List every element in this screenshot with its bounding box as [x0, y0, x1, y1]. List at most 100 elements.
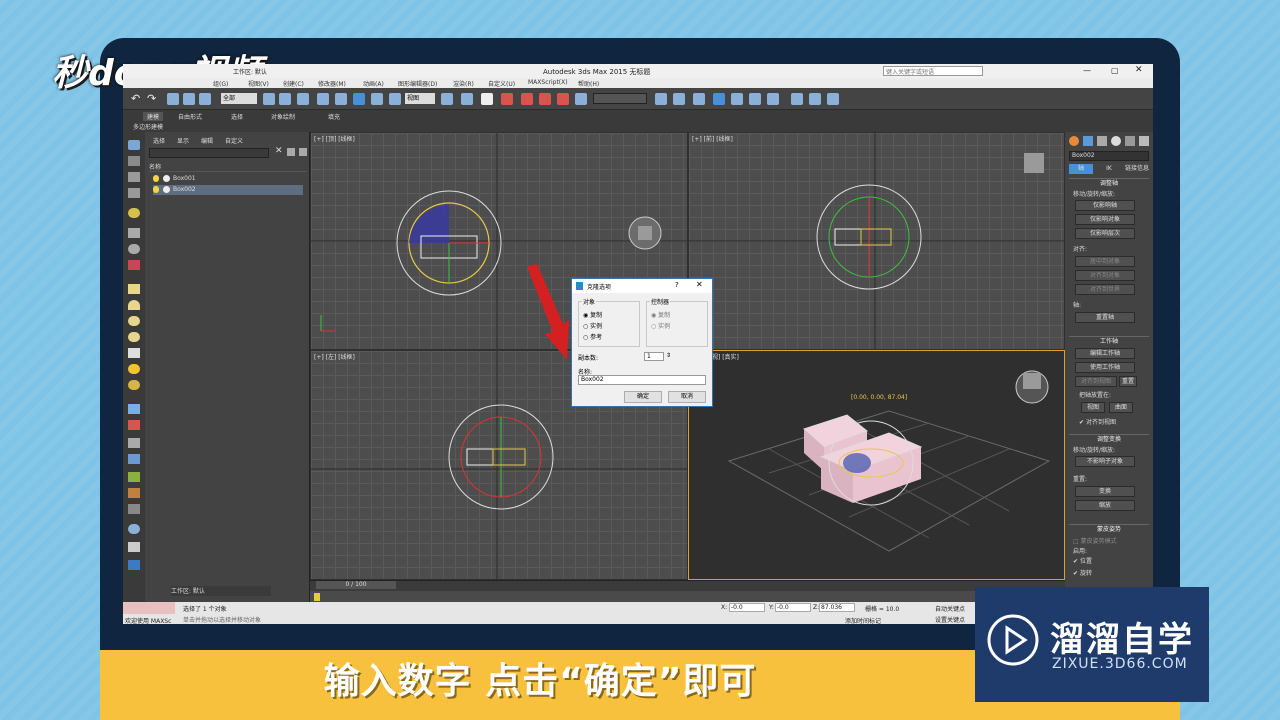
table-icon[interactable] [128, 188, 140, 198]
utility-icon[interactable] [128, 488, 140, 498]
maxscript-listener[interactable] [123, 602, 175, 614]
link-icon[interactable] [167, 93, 179, 105]
rect-select-icon[interactable] [297, 93, 309, 105]
pivot-center-icon[interactable] [441, 93, 453, 105]
search-input[interactable]: 键入关键字或短语 [883, 66, 983, 76]
affect-pivot-button[interactable]: 仅影响轴 [1075, 200, 1135, 211]
reset-button[interactable]: 重置 [1119, 376, 1137, 387]
position-checkbox[interactable]: ✔ 位置 [1073, 556, 1092, 565]
rendered-frame-icon[interactable] [809, 93, 821, 105]
menu-item[interactable]: 修改器(M) [318, 79, 346, 88]
spacewarp-icon[interactable] [128, 260, 140, 270]
view-button[interactable]: 视图 [1081, 402, 1105, 413]
tab-ik[interactable]: IK [1097, 164, 1121, 174]
transform-button[interactable]: 变换 [1075, 486, 1135, 497]
section-adjust-transform[interactable]: 调整变换 [1069, 434, 1149, 443]
hierarchy-icon[interactable] [128, 438, 140, 448]
light-icon[interactable] [128, 208, 140, 218]
geosphere-icon[interactable] [128, 380, 140, 390]
eye-icon[interactable] [128, 140, 140, 150]
list-item-selected[interactable]: Box002 [153, 185, 303, 195]
spinner-snap-icon[interactable] [557, 93, 569, 105]
radio-copy[interactable]: ◉ 复制 [583, 310, 602, 319]
layer-icon[interactable] [693, 93, 705, 105]
curve-editor-icon[interactable] [731, 93, 743, 105]
clear-icon[interactable]: ✕ [275, 146, 283, 156]
utilities-icon[interactable] [1139, 136, 1149, 146]
ribbon-tab-freeform[interactable]: 自由形式 [178, 112, 202, 121]
tree-icon[interactable] [128, 472, 140, 482]
section-adjust-pivot[interactable]: 调整轴 [1069, 178, 1149, 187]
modify-icon[interactable] [1083, 136, 1093, 146]
ribbon-tab-object-paint[interactable]: 对象绘制 [271, 112, 295, 121]
motion-icon[interactable] [128, 454, 140, 464]
section-skin-pose[interactable]: 蒙皮姿势 [1069, 524, 1149, 533]
help-icon[interactable]: ? [675, 281, 679, 289]
redo-icon[interactable]: ↷ [147, 92, 156, 105]
align-to-view-checkbox[interactable]: ✔ 对齐到视图 [1079, 417, 1116, 426]
scene-tab-select[interactable]: 选择 [153, 136, 165, 145]
tab-link-info[interactable]: 链接信息 [1123, 164, 1151, 174]
workspace-footer[interactable]: 工作区: 默认 [171, 586, 271, 596]
spinner-icon[interactable]: ⇕ [666, 352, 671, 359]
bind-icon[interactable] [199, 93, 211, 105]
cancel-button[interactable]: 取消 [668, 391, 706, 403]
scene-search-input[interactable] [149, 148, 269, 158]
align-to-object-button[interactable]: 对齐到对象 [1075, 270, 1135, 281]
radio-reference[interactable]: ○ 参考 [583, 332, 602, 341]
z-coordinate[interactable]: 87.036 [819, 603, 855, 612]
surface-button[interactable]: 曲面 [1109, 402, 1133, 413]
render-production-icon[interactable] [827, 93, 839, 105]
render-sphere-icon[interactable] [128, 524, 140, 534]
use-working-pivot-button[interactable]: 使用工作轴 [1075, 362, 1135, 373]
material-editor-icon[interactable] [767, 93, 779, 105]
options-icon[interactable] [299, 148, 307, 156]
scene-tab-edit[interactable]: 编辑 [201, 136, 213, 145]
menu-item[interactable]: 图形编辑器(D) [398, 79, 437, 88]
name-input[interactable]: Box002 [578, 375, 706, 385]
align-to-view-button[interactable]: 对齐到视图 [1075, 376, 1117, 387]
filter-icon[interactable] [287, 148, 295, 156]
named-selection-set[interactable] [593, 93, 647, 104]
list-item[interactable]: Box001 [153, 174, 303, 184]
dont-affect-children-button[interactable]: 不影响子对象 [1075, 456, 1135, 467]
skin-pose-mode-checkbox[interactable]: □ 蒙皮姿势模式 [1073, 536, 1117, 545]
close-icon[interactable]: ✕ [1135, 65, 1143, 75]
edit-working-pivot-button[interactable]: 编辑工作轴 [1075, 348, 1135, 359]
wrench-icon[interactable] [128, 420, 140, 430]
copies-input[interactable]: 1 [644, 352, 664, 361]
add-time-tag[interactable]: 添加时间标记 [845, 616, 881, 624]
viewport-perspective[interactable]: [+] [透视] [真实] [0.00, 0.00, 87.04] [688, 350, 1065, 580]
display-icon[interactable] [128, 504, 140, 514]
menu-item[interactable]: 创建(C) [283, 79, 304, 88]
viewport-front[interactable]: [+] [前] [线框] [688, 132, 1065, 350]
align-to-world-button[interactable]: 对齐到世界 [1075, 284, 1135, 295]
ribbon-tab-populate[interactable]: 填充 [328, 112, 340, 121]
center-to-object-button[interactable]: 居中到对象 [1075, 256, 1135, 267]
scene-tab-display[interactable]: 显示 [177, 136, 189, 145]
set-key-button[interactable]: 设置关键点 [935, 615, 965, 624]
scene-tab-customize[interactable]: 自定义 [225, 136, 243, 145]
column-header-name[interactable]: 名称 [149, 162, 307, 172]
radio-controller-instance[interactable]: ○ 实例 [651, 321, 670, 330]
torus-icon[interactable] [128, 332, 140, 342]
angle-snap-icon[interactable] [521, 93, 533, 105]
settings-icon[interactable] [128, 560, 140, 570]
close-icon[interactable]: ✕ [696, 280, 703, 289]
dome-icon[interactable] [128, 300, 140, 310]
helper-icon[interactable] [128, 244, 140, 254]
select-by-name-icon[interactable] [279, 93, 291, 105]
scale-icon[interactable] [371, 93, 383, 105]
menu-item[interactable]: 视图(V) [248, 79, 269, 88]
affect-object-button[interactable]: 仅影响对象 [1075, 214, 1135, 225]
menu-item[interactable]: 组(G) [213, 79, 228, 88]
schematic-view-icon[interactable] [749, 93, 761, 105]
reset-pivot-button[interactable]: 重置轴 [1075, 312, 1135, 323]
select-manipulate-icon[interactable] [461, 93, 473, 105]
lightbulb-icon[interactable] [153, 186, 159, 193]
align-icon[interactable] [673, 93, 685, 105]
layer-explorer-icon[interactable] [128, 156, 140, 166]
menu-item[interactable]: 自定义(U) [488, 79, 515, 88]
list-icon[interactable] [128, 172, 140, 182]
select-icon[interactable] [263, 93, 275, 105]
